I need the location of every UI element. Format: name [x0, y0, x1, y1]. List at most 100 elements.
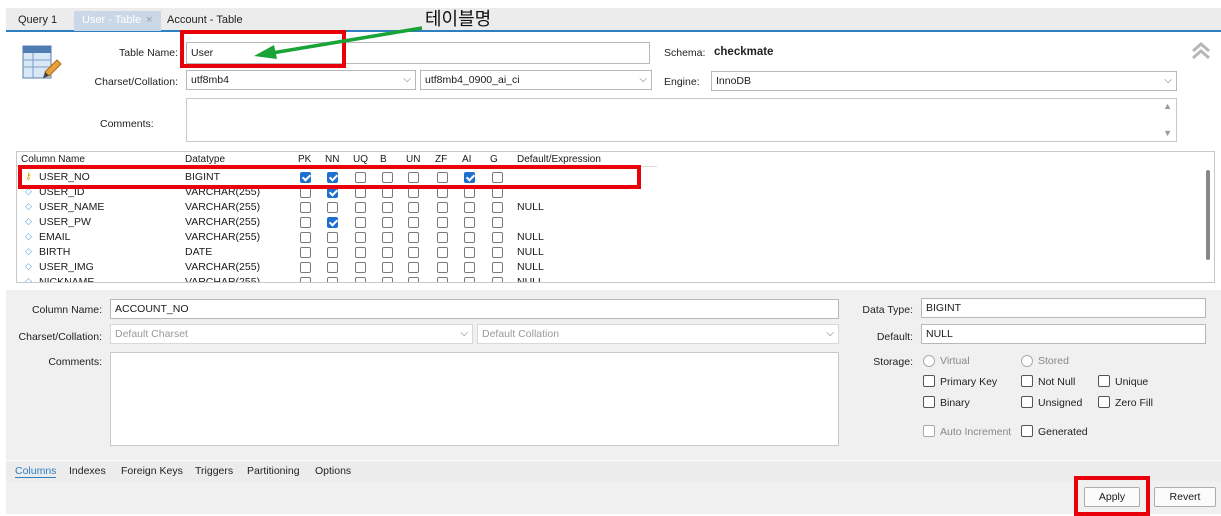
flag-checkbox[interactable] — [355, 217, 366, 228]
table-comments-textarea[interactable]: ▲ ▼ — [186, 98, 1177, 142]
zero-fill-checkbox[interactable] — [1098, 396, 1110, 408]
flag-checkbox[interactable] — [300, 262, 311, 273]
stored-radio[interactable] — [1021, 355, 1033, 367]
tab-columns[interactable]: Columns — [15, 465, 57, 478]
default-input[interactable]: NULL — [921, 324, 1206, 344]
datatype-cell[interactable]: VARCHAR(255) — [185, 216, 260, 228]
datatype-cell[interactable]: DATE — [185, 246, 212, 258]
grid-scrollbar[interactable] — [1206, 170, 1210, 260]
table-row[interactable]: ◇ NICKNAME VARCHAR(255) NULL — [17, 275, 657, 282]
tab-user-table[interactable]: User - Table × — [74, 11, 161, 31]
flag-checkbox[interactable] — [327, 247, 338, 258]
revert-button[interactable]: Revert — [1154, 487, 1216, 507]
column-name-cell[interactable]: BIRTH — [39, 246, 70, 258]
scroll-up-icon[interactable]: ▲ — [1163, 101, 1172, 111]
flag-checkbox[interactable] — [408, 217, 419, 228]
flag-checkbox[interactable] — [382, 217, 393, 228]
column-name-cell[interactable]: EMAIL — [39, 231, 71, 243]
default-cell[interactable]: NULL — [517, 231, 544, 243]
col-header-b[interactable]: B — [380, 154, 387, 165]
datatype-cell[interactable]: VARCHAR(255) — [185, 261, 260, 273]
flag-checkbox[interactable] — [327, 202, 338, 213]
unique-checkbox[interactable] — [1098, 375, 1110, 387]
detail-collation-select[interactable]: Default Collation ⌵ — [477, 324, 839, 344]
flag-checkbox[interactable] — [437, 202, 448, 213]
column-name-input[interactable]: ACCOUNT_NO — [110, 299, 839, 319]
flag-checkbox[interactable] — [464, 217, 475, 228]
col-header-default[interactable]: Default/Expression — [517, 154, 601, 165]
column-name-cell[interactable]: USER_IMG — [39, 261, 94, 273]
flag-checkbox[interactable] — [327, 217, 338, 228]
default-cell[interactable]: NULL — [517, 276, 544, 282]
table-row[interactable]: ◇ BIRTH DATE NULL — [17, 245, 657, 260]
flag-checkbox[interactable] — [300, 202, 311, 213]
flag-checkbox[interactable] — [464, 232, 475, 243]
flag-checkbox[interactable] — [492, 277, 503, 282]
default-cell[interactable]: NULL — [517, 201, 544, 213]
datatype-cell[interactable]: VARCHAR(255) — [185, 276, 260, 282]
flag-checkbox[interactable] — [355, 262, 366, 273]
flag-checkbox[interactable] — [300, 232, 311, 243]
tab-partitioning[interactable]: Partitioning — [247, 465, 300, 477]
col-header-un[interactable]: UN — [406, 154, 420, 165]
flag-checkbox[interactable] — [464, 262, 475, 273]
binary-checkbox[interactable] — [923, 396, 935, 408]
flag-checkbox[interactable] — [408, 262, 419, 273]
flag-checkbox[interactable] — [382, 247, 393, 258]
flag-checkbox[interactable] — [355, 232, 366, 243]
tab-triggers[interactable]: Triggers — [195, 465, 233, 477]
data-type-input[interactable]: BIGINT — [921, 298, 1206, 318]
flag-checkbox[interactable] — [492, 217, 503, 228]
charset-select[interactable]: utf8mb4 ⌵ — [186, 70, 416, 90]
default-cell[interactable]: NULL — [517, 246, 544, 258]
flag-checkbox[interactable] — [300, 217, 311, 228]
datatype-cell[interactable]: VARCHAR(255) — [185, 201, 260, 213]
col-header-datatype[interactable]: Datatype — [185, 154, 225, 165]
datatype-cell[interactable]: VARCHAR(255) — [185, 231, 260, 243]
flag-checkbox[interactable] — [437, 262, 448, 273]
flag-checkbox[interactable] — [492, 232, 503, 243]
column-name-cell[interactable]: NICKNAME — [39, 276, 94, 282]
primary-key-checkbox[interactable] — [923, 375, 935, 387]
col-header-g[interactable]: G — [490, 154, 498, 165]
col-header-pk[interactable]: PK — [298, 154, 311, 165]
flag-checkbox[interactable] — [437, 277, 448, 282]
not-null-checkbox[interactable] — [1021, 375, 1033, 387]
detail-charset-select[interactable]: Default Charset ⌵ — [110, 324, 473, 344]
flag-checkbox[interactable] — [464, 277, 475, 282]
column-name-cell[interactable]: USER_NAME — [39, 201, 104, 213]
table-row[interactable]: ◇ EMAIL VARCHAR(255) NULL — [17, 230, 657, 245]
collation-select[interactable]: utf8mb4_0900_ai_ci ⌵ — [420, 70, 652, 90]
flag-checkbox[interactable] — [408, 277, 419, 282]
table-row[interactable]: ◇ USER_IMG VARCHAR(255) NULL — [17, 260, 657, 275]
flag-checkbox[interactable] — [408, 232, 419, 243]
flag-checkbox[interactable] — [464, 247, 475, 258]
flag-checkbox[interactable] — [355, 202, 366, 213]
col-header-nn[interactable]: NN — [325, 154, 339, 165]
auto-increment-checkbox[interactable] — [923, 425, 935, 437]
tab-query-1[interactable]: Query 1 — [10, 11, 65, 31]
flag-checkbox[interactable] — [327, 232, 338, 243]
flag-checkbox[interactable] — [492, 202, 503, 213]
tab-indexes[interactable]: Indexes — [69, 465, 106, 477]
generated-checkbox[interactable] — [1021, 425, 1033, 437]
flag-checkbox[interactable] — [327, 262, 338, 273]
flag-checkbox[interactable] — [300, 247, 311, 258]
close-icon[interactable]: × — [146, 14, 152, 26]
flag-checkbox[interactable] — [382, 232, 393, 243]
virtual-radio[interactable] — [923, 355, 935, 367]
default-cell[interactable]: NULL — [517, 261, 544, 273]
double-chevron-up-icon[interactable] — [1190, 41, 1212, 61]
tab-foreign-keys[interactable]: Foreign Keys — [121, 465, 183, 477]
engine-select[interactable]: InnoDB ⌵ — [711, 71, 1177, 91]
table-row[interactable]: ◇ USER_NAME VARCHAR(255) NULL — [17, 200, 657, 215]
flag-checkbox[interactable] — [492, 247, 503, 258]
col-header-zf[interactable]: ZF — [435, 154, 447, 165]
flag-checkbox[interactable] — [355, 247, 366, 258]
tab-options[interactable]: Options — [315, 465, 351, 477]
flag-checkbox[interactable] — [408, 247, 419, 258]
flag-checkbox[interactable] — [437, 247, 448, 258]
table-row[interactable]: ◇ USER_PW VARCHAR(255) — [17, 215, 657, 230]
column-name-cell[interactable]: USER_PW — [39, 216, 91, 228]
unsigned-checkbox[interactable] — [1021, 396, 1033, 408]
